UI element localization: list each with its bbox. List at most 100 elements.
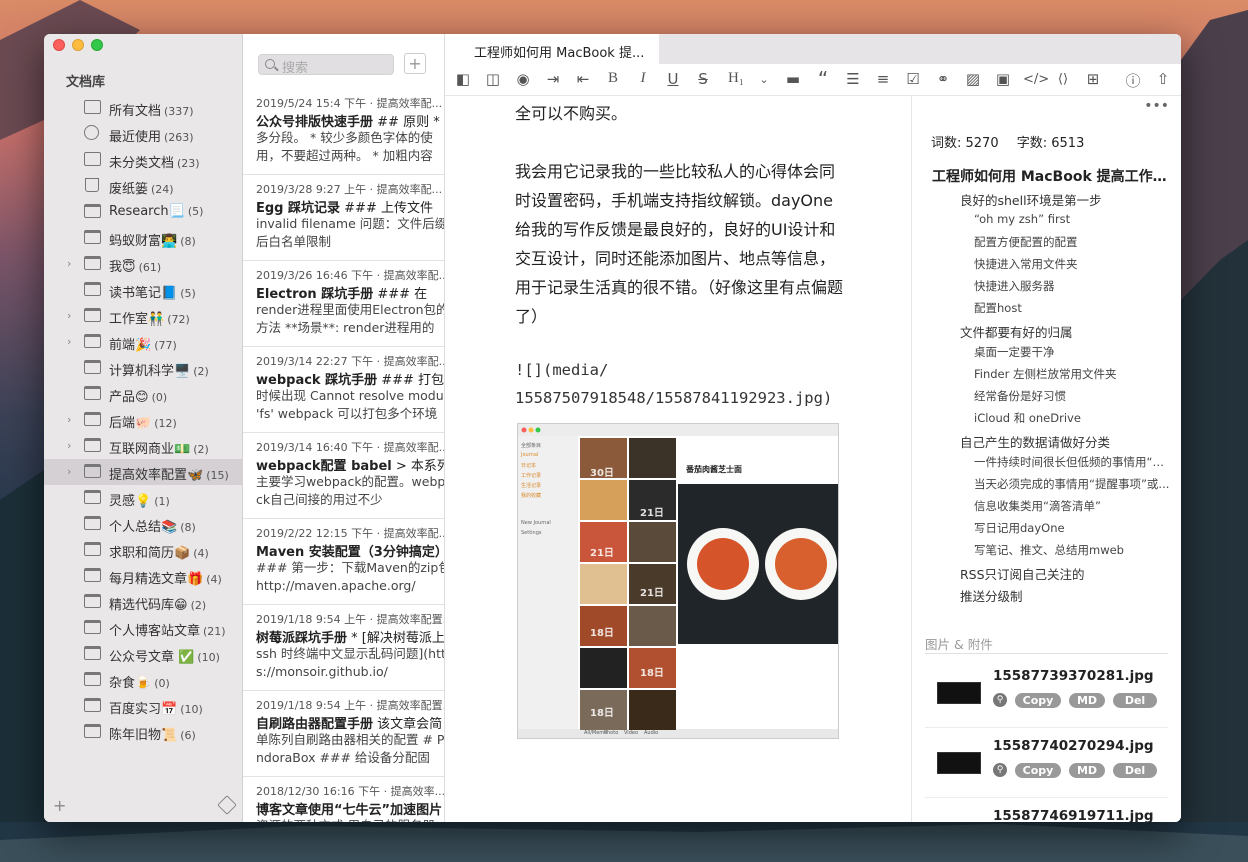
new-note-button[interactable]: + xyxy=(404,53,426,74)
toc-entry[interactable]: 快捷进入服务器 xyxy=(974,278,1174,294)
copy-button[interactable]: Copy xyxy=(1015,693,1061,708)
italic-icon[interactable]: I xyxy=(633,70,653,87)
more-options-icon[interactable]: ••• xyxy=(1144,98,1169,114)
toc-entry[interactable]: iCloud 和 oneDrive xyxy=(974,410,1174,426)
link-icon[interactable]: ⚭ xyxy=(933,70,953,88)
toc-entry[interactable]: 自己产生的数据请做好分类 xyxy=(960,432,1170,451)
code-icon[interactable]: </> xyxy=(1023,72,1049,87)
toc-entry[interactable]: 一件持续时间很长但低频的事情用“备... xyxy=(974,454,1174,470)
sidebar-item[interactable]: › 前端🎉 (77) xyxy=(44,329,243,355)
md-button[interactable]: MD xyxy=(1069,693,1105,708)
toc-entry[interactable]: RSS只订阅自己关注的 xyxy=(960,564,1170,583)
chevron-right-icon[interactable]: › xyxy=(67,413,71,426)
sidebar-item[interactable]: Research📃 (5) xyxy=(44,199,243,225)
outdent-icon[interactable]: ⇤ xyxy=(573,70,593,88)
sidebar-item[interactable]: 废纸篓 (24) xyxy=(44,173,243,199)
sidebar-item[interactable]: 所有文档 (337) xyxy=(44,95,243,121)
heading-icon[interactable]: H₁ xyxy=(726,70,746,87)
del-button[interactable]: Del xyxy=(1113,763,1157,778)
toc-entry[interactable]: Finder 左侧栏放常用文件夹 xyxy=(974,366,1174,382)
minimize-window-button[interactable] xyxy=(72,39,84,51)
note-list-item[interactable]: 2019/5/24 15:4 下午 · 提高效率配... 公众号排版快速手册 ##… xyxy=(243,89,444,175)
sidebar-item[interactable]: 每月精选文章🎁 (4) xyxy=(44,563,243,589)
toc-entry[interactable]: 信息收集类用“滴答清单” xyxy=(974,498,1174,514)
numbered-list-icon[interactable]: ≡ xyxy=(873,70,893,88)
embedded-screenshot-image[interactable]: 番茄肉酱芝士面 全部条目 Journal 日记本 工作记录 生活记录 我的收藏 New Jo… xyxy=(517,423,839,739)
sidebar-item[interactable]: 个人博客站文章 (21) xyxy=(44,615,243,641)
zoom-window-button[interactable] xyxy=(91,39,103,51)
zoom-icon[interactable]: ⚲ xyxy=(993,693,1007,707)
sidebar-item[interactable]: 百度实习📅 (10) xyxy=(44,693,243,719)
toc-entry[interactable]: “oh my zsh” first xyxy=(974,212,1174,226)
document-tab[interactable]: 工程师如何用 MacBook 提... xyxy=(445,34,659,64)
info-icon[interactable]: ⓘ xyxy=(1123,70,1143,91)
sidebar-item[interactable]: › 提高效率配置🦋 (15) xyxy=(44,459,243,485)
attachment-thumbnail[interactable] xyxy=(937,752,981,774)
sidebar-item[interactable]: 计算机科学🖥️ (2) xyxy=(44,355,243,381)
sidebar-item[interactable]: 求职和简历📦 (4) xyxy=(44,537,243,563)
indent-icon[interactable]: ⇥ xyxy=(543,70,563,88)
toc-entry[interactable]: 良好的shell环境是第一步 xyxy=(960,190,1170,209)
sidebar-item[interactable]: 陈年旧物📜 (6) xyxy=(44,719,243,745)
note-list-item[interactable]: 2019/3/26 16:46 下午 · 提高效率配... Electron 踩坑… xyxy=(243,261,444,347)
sidebar-item[interactable]: › 我😇 (61) xyxy=(44,251,243,277)
chevron-down-icon[interactable]: ⌄ xyxy=(754,73,774,86)
toc-entry[interactable]: 写笔记、推文、总结用mweb xyxy=(974,542,1174,558)
sidebar-item[interactable]: 精选代码库😁 (2) xyxy=(44,589,243,615)
toc-entry[interactable]: 配置host xyxy=(974,300,1174,316)
toc-entry[interactable]: 推送分级制 xyxy=(960,586,1170,605)
toc-entry[interactable]: 文件都要有好的归属 xyxy=(960,322,1170,341)
code-block-icon[interactable]: ⟨⟩ xyxy=(1053,72,1073,87)
split-view-icon[interactable]: ◫ xyxy=(483,70,503,88)
del-button[interactable]: Del xyxy=(1113,693,1157,708)
note-list-item[interactable]: 2019/2/22 12:15 下午 · 提高效率配... Maven 安装配置（… xyxy=(243,519,444,605)
sidebar-item[interactable]: 最近使用 (263) xyxy=(44,121,243,147)
toc-entry[interactable]: 当天必须完成的事情用“提醒事项”或... xyxy=(974,476,1174,492)
zoom-icon[interactable]: ⚲ xyxy=(993,763,1007,777)
document-body[interactable]: 全可以不购买。 我会用它记录我的一些比较私人的心得体会同时设置密码，手机端支持指… xyxy=(445,96,912,822)
sidebar-item[interactable]: 个人总结📚 (8) xyxy=(44,511,243,537)
sidebar-item[interactable]: 杂食🍺 (0) xyxy=(44,667,243,693)
close-window-button[interactable] xyxy=(53,39,65,51)
toc-entry[interactable]: 桌面一定要干净 xyxy=(974,344,1174,360)
sidebar-toggle-icon[interactable]: ◧ xyxy=(453,70,473,88)
chevron-right-icon[interactable]: › xyxy=(67,439,71,452)
sidebar-item[interactable]: 未分类文档 (23) xyxy=(44,147,243,173)
task-list-icon[interactable]: ☑ xyxy=(903,70,923,88)
sidebar-item[interactable]: › 工作室👬 (72) xyxy=(44,303,243,329)
bold-icon[interactable]: B xyxy=(603,70,623,87)
toc-entry[interactable]: 配置方便配置的配置 xyxy=(974,234,1174,250)
sidebar-item[interactable]: › 后端🐖 (12) xyxy=(44,407,243,433)
table-icon[interactable]: ⊞ xyxy=(1083,70,1103,88)
underline-icon[interactable]: U xyxy=(663,70,683,88)
quote-icon[interactable]: “ xyxy=(813,67,833,91)
note-list-item[interactable]: 2019/3/28 9:27 上午 · 提高效率配... Egg 踩坑记录 ###… xyxy=(243,175,444,261)
tag-icon[interactable] xyxy=(217,795,237,815)
preview-eye-icon[interactable]: ◉ xyxy=(513,70,533,88)
note-list-item[interactable]: 2019/3/14 22:27 下午 · 提高效率配... webpack 踩坑手… xyxy=(243,347,444,433)
md-button[interactable]: MD xyxy=(1069,763,1105,778)
horizontal-rule-icon[interactable]: ▬ xyxy=(783,70,803,88)
sidebar-item[interactable]: 公众号文章 ✅ (10) xyxy=(44,641,243,667)
toc-entry[interactable]: 写日记用dayOne xyxy=(974,520,1174,536)
chevron-right-icon[interactable]: › xyxy=(67,257,71,270)
sidebar-item[interactable]: 灵感💡 (1) xyxy=(44,485,243,511)
share-icon[interactable]: ⇧ xyxy=(1153,70,1173,88)
note-list-item[interactable]: 2019/1/18 9:54 上午 · 提高效率配置... 自刷路由器配置手册 该… xyxy=(243,691,444,777)
image-icon[interactable]: ▨ xyxy=(963,70,983,88)
attachment-thumbnail[interactable] xyxy=(937,682,981,704)
add-folder-button[interactable]: + xyxy=(53,796,66,815)
sidebar-item[interactable]: 读书笔记📘 (5) xyxy=(44,277,243,303)
copy-button[interactable]: Copy xyxy=(1015,763,1061,778)
sidebar-item[interactable]: › 互联网商业💵 (2) xyxy=(44,433,243,459)
note-list-item[interactable]: 2019/3/14 16:40 下午 · 提高效率配... webpack配置 b… xyxy=(243,433,444,519)
note-list-item[interactable]: 2018/12/30 16:16 下午 · 提高效率... 博客文章使用“七牛云”… xyxy=(243,777,444,822)
toc-entry[interactable]: 经常备份是好习惯 xyxy=(974,388,1174,404)
strikethrough-icon[interactable]: S xyxy=(693,70,713,88)
attachment-image-icon[interactable]: ▣ xyxy=(993,70,1013,88)
sidebar-item[interactable]: 产品😊 (0) xyxy=(44,381,243,407)
sidebar-item[interactable]: 蚂蚁财富👨‍💻 (8) xyxy=(44,225,243,251)
bullet-list-icon[interactable]: ☰ xyxy=(843,70,863,88)
toc-entry[interactable]: 快捷进入常用文件夹 xyxy=(974,256,1174,272)
toc-entry[interactable]: 工程师如何用 MacBook 提高工作... xyxy=(932,166,1167,186)
